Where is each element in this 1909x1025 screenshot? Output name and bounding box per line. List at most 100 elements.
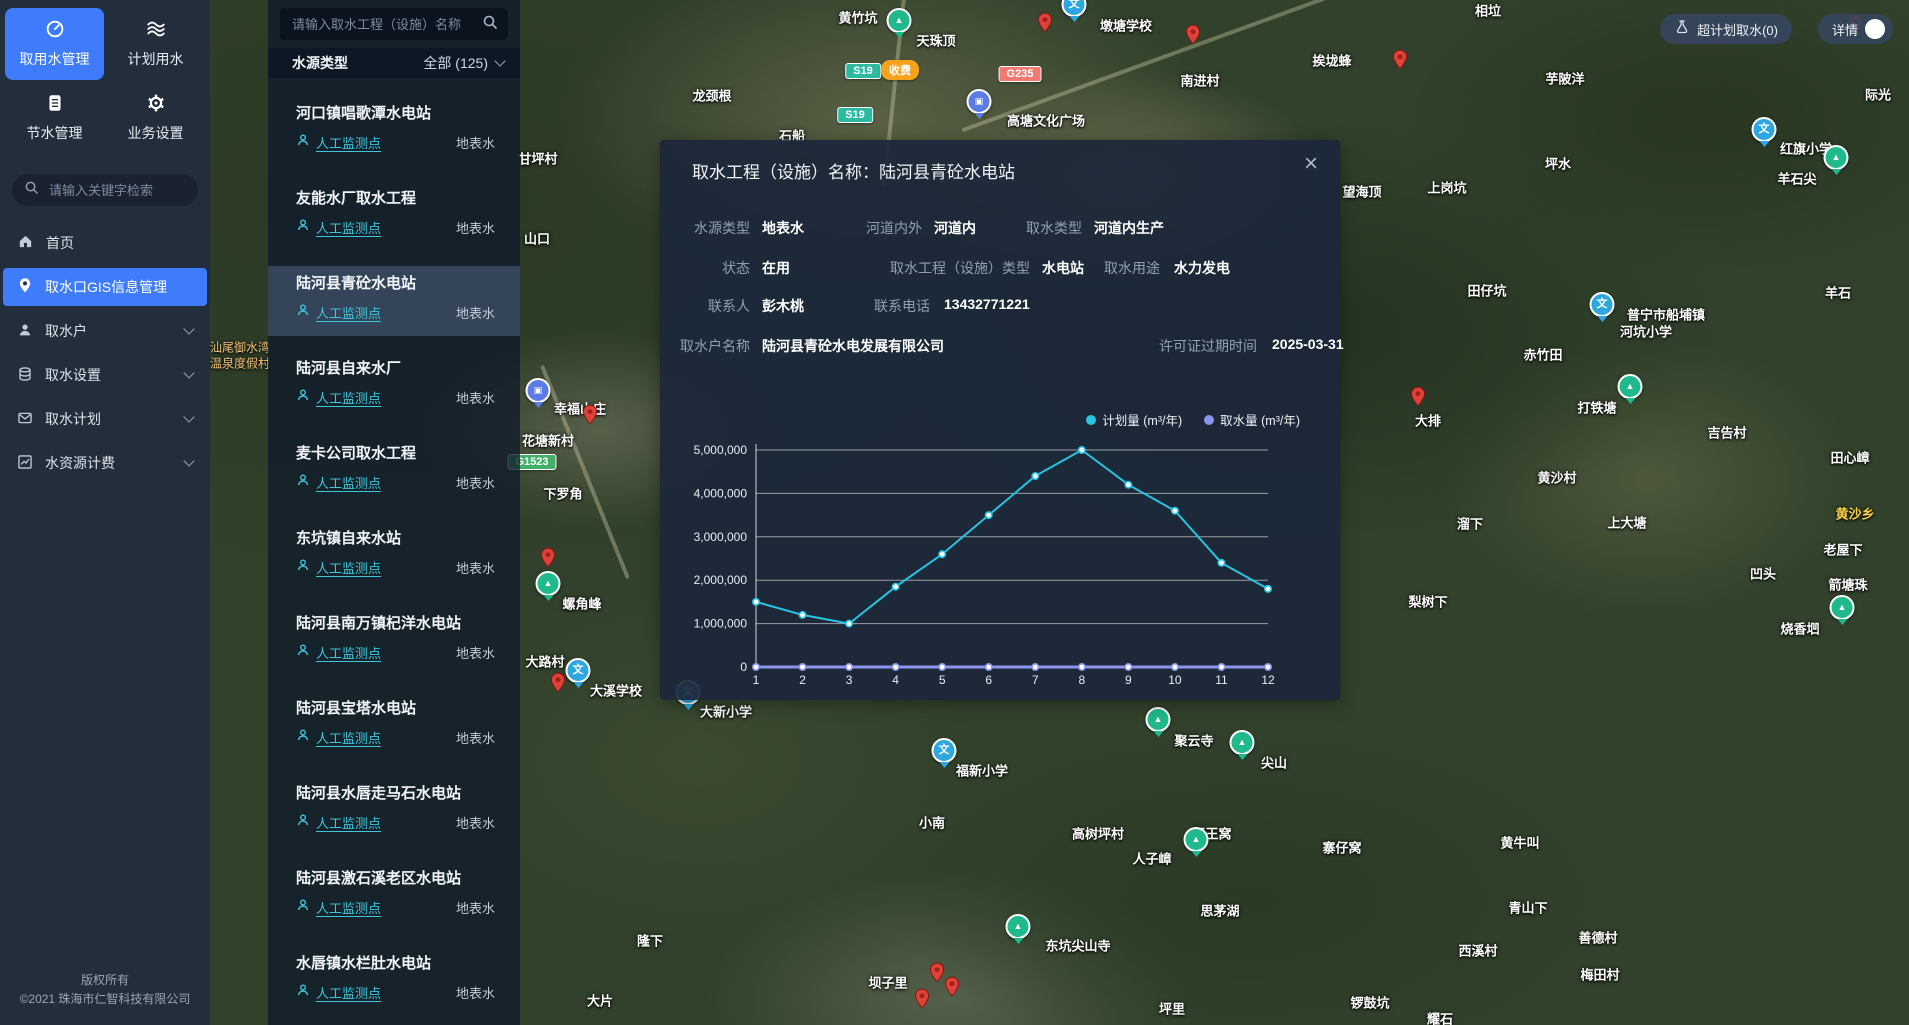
red-pin-marker[interactable] bbox=[1411, 386, 1426, 412]
station-search bbox=[280, 8, 508, 40]
map-poi-label: 螺角峰 bbox=[562, 594, 601, 613]
field-value: 河道内生产 bbox=[1094, 218, 1164, 238]
over-plan-water-button[interactable]: 超计划取水(0) bbox=[1660, 14, 1792, 44]
mountain-marker[interactable]: ▲ bbox=[1830, 595, 1855, 625]
school-marker[interactable]: 文 bbox=[1590, 292, 1615, 322]
station-name: 河口镇唱歌潭水电站 bbox=[296, 102, 520, 123]
field-label: 取水用途 bbox=[1010, 258, 1160, 278]
red-pin-marker[interactable] bbox=[1186, 24, 1201, 50]
filter-dropdown[interactable]: 全部 (125) bbox=[423, 53, 504, 73]
sidebar-item-5[interactable]: 水资源计费 bbox=[3, 444, 207, 482]
app-tile-1[interactable]: 计划用水 bbox=[106, 8, 205, 80]
sidebar-item-0[interactable]: 首页 bbox=[3, 224, 207, 262]
station-list-item[interactable]: 东坑镇自来水站 人工监测点 地表水 bbox=[268, 521, 520, 591]
legend-dot bbox=[1204, 415, 1214, 425]
red-pin-marker[interactable] bbox=[1393, 49, 1408, 75]
app-tile-3[interactable]: 业务设置 bbox=[106, 82, 205, 154]
station-list-item[interactable]: 陆河县水唇走马石水电站 人工监测点 地表水 bbox=[268, 776, 520, 846]
monitor-type-tag[interactable]: 人工监测点 bbox=[316, 813, 381, 832]
station-list-item[interactable]: 陆河县激石溪老区水电站 人工监测点 地表水 bbox=[268, 861, 520, 931]
map-poi-label: 田仔坑 bbox=[1467, 281, 1506, 300]
map-poi-label: 聚云寺 bbox=[1174, 731, 1213, 750]
sidebar-search bbox=[12, 174, 198, 206]
station-list-item[interactable]: 友能水厂取水工程 人工监测点 地表水 bbox=[268, 181, 520, 251]
app-tile-2[interactable]: 节水管理 bbox=[5, 82, 104, 154]
station-list-item[interactable]: 陆河县青砼水电站 人工监测点 地表水 bbox=[268, 266, 520, 336]
temple-marker[interactable]: ▲ bbox=[1146, 707, 1171, 737]
person-tag-icon bbox=[296, 473, 310, 492]
red-pin-marker[interactable] bbox=[551, 672, 566, 698]
temple-marker[interactable]: ▲ bbox=[1006, 914, 1031, 944]
person-tag-icon bbox=[296, 303, 310, 322]
modal-field-row: 状态 在用取水工程（设施）类型 水电站取水用途 水力发电 bbox=[660, 258, 1340, 278]
mountain-marker[interactable]: ▲ bbox=[1184, 827, 1209, 857]
mountain-marker[interactable]: ▲ bbox=[536, 571, 561, 601]
mountain-marker[interactable]: ▲ bbox=[1824, 145, 1849, 175]
station-list-item[interactable]: 水唇镇水栏肚水电站 人工监测点 地表水 bbox=[268, 946, 520, 1016]
school-marker[interactable]: 文 bbox=[566, 658, 591, 688]
map-poi-label: 大新小学 bbox=[700, 702, 752, 721]
monitor-type-tag[interactable]: 人工监测点 bbox=[316, 643, 381, 662]
building-marker[interactable]: ▣ bbox=[967, 89, 992, 119]
mountain-marker[interactable]: ▲ bbox=[1230, 730, 1255, 760]
monitor-type-tag[interactable]: 人工监测点 bbox=[316, 218, 381, 237]
mountain-marker[interactable]: ▲ bbox=[887, 8, 912, 38]
station-list-item[interactable]: 麦卡公司取水工程 人工监测点 地表水 bbox=[268, 436, 520, 506]
sidebar-item-label: 首页 bbox=[46, 233, 193, 253]
red-pin-marker[interactable] bbox=[541, 547, 556, 573]
sidebar-menu: 首页 取水口GIS信息管理 取水户 取水设置 取水计划 水资源计费 bbox=[0, 224, 210, 482]
sidebar-search-input[interactable] bbox=[47, 182, 227, 199]
monitor-type-tag[interactable]: 人工监测点 bbox=[316, 728, 381, 747]
database-icon bbox=[17, 366, 33, 385]
red-pin-marker[interactable] bbox=[930, 962, 945, 988]
school-marker[interactable]: 文 bbox=[1062, 0, 1087, 22]
red-pin-marker[interactable] bbox=[583, 404, 598, 430]
detail-toggle[interactable]: 详情 bbox=[1818, 14, 1893, 44]
monitor-type-tag[interactable]: 人工监测点 bbox=[316, 388, 381, 407]
close-icon[interactable]: × bbox=[1304, 152, 1318, 176]
monitor-type-tag[interactable]: 人工监测点 bbox=[316, 898, 381, 917]
sidebar-item-2[interactable]: 取水户 bbox=[3, 312, 207, 350]
sidebar-item-1[interactable]: 取水口GIS信息管理 bbox=[3, 268, 207, 306]
station-list-item[interactable]: 陆河县南万镇杞洋水电站 人工监测点 地表水 bbox=[268, 606, 520, 676]
map-poi-label: 溜下 bbox=[1457, 514, 1483, 533]
map-poi-label: 羊石 bbox=[1825, 283, 1851, 302]
red-pin-marker[interactable] bbox=[945, 976, 960, 1002]
school-marker[interactable]: 文 bbox=[1752, 117, 1777, 147]
monitor-type-tag[interactable]: 人工监测点 bbox=[316, 983, 381, 1002]
school-marker[interactable]: 文 bbox=[932, 738, 957, 768]
map-poi-label: 挨垅蜂 bbox=[1312, 51, 1351, 70]
field-label: 状态 bbox=[600, 258, 750, 278]
water-source-type: 地表水 bbox=[456, 558, 495, 577]
water-source-type: 地表水 bbox=[456, 813, 495, 832]
search-icon[interactable] bbox=[482, 14, 498, 35]
gear-icon bbox=[146, 93, 166, 116]
station-search-input[interactable] bbox=[290, 16, 474, 33]
svg-text:3: 3 bbox=[846, 673, 853, 687]
map-poi-label: 田心嶂 bbox=[1830, 448, 1869, 467]
monitor-type-tag[interactable]: 人工监测点 bbox=[316, 558, 381, 577]
water-source-type: 地表水 bbox=[456, 303, 495, 322]
monitor-type-tag[interactable]: 人工监测点 bbox=[316, 303, 381, 322]
station-list-item[interactable]: 河口镇唱歌潭水电站 人工监测点 地表水 bbox=[268, 96, 520, 166]
modal-field-row: 联系人 彭木桃联系电话 13432771221 bbox=[660, 296, 1340, 316]
sidebar-item-3[interactable]: 取水设置 bbox=[3, 356, 207, 394]
station-list-item[interactable]: 陆河县宝塔水电站 人工监测点 地表水 bbox=[268, 691, 520, 761]
monitor-type-tag[interactable]: 人工监测点 bbox=[316, 133, 381, 152]
map-poi-label: 龙颈根 bbox=[692, 86, 731, 105]
app-tile-0[interactable]: 取用水管理 bbox=[5, 8, 104, 80]
map-poi-label: 南进村 bbox=[1180, 71, 1219, 90]
building-marker[interactable]: ▣ bbox=[526, 378, 551, 408]
red-pin-marker[interactable] bbox=[1038, 12, 1053, 38]
mountain-marker[interactable]: ▲ bbox=[1618, 374, 1643, 404]
red-pin-marker[interactable] bbox=[915, 988, 930, 1014]
toggle-knob bbox=[1865, 19, 1885, 39]
svg-text:6: 6 bbox=[985, 673, 992, 687]
legend-item[interactable]: 计划量 (m³/年) bbox=[1086, 410, 1182, 429]
svg-text:12: 12 bbox=[1261, 673, 1275, 687]
monitor-type-tag[interactable]: 人工监测点 bbox=[316, 473, 381, 492]
sidebar-item-4[interactable]: 取水计划 bbox=[3, 400, 207, 438]
legend-item[interactable]: 取水量 (m³/年) bbox=[1204, 410, 1300, 429]
svg-text:4: 4 bbox=[892, 673, 899, 687]
station-list-item[interactable]: 陆河县自来水厂 人工监测点 地表水 bbox=[268, 351, 520, 421]
